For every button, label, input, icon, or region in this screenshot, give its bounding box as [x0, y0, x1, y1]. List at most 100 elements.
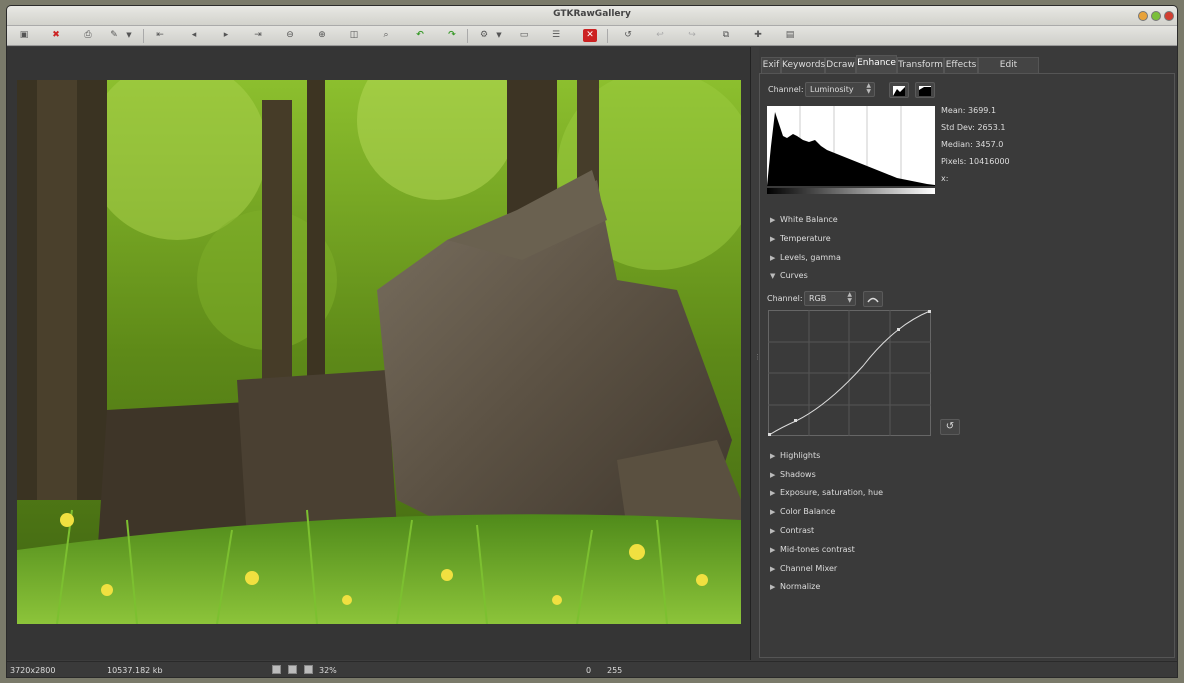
maximize-button[interactable]	[1151, 11, 1161, 21]
section-label: Contrast	[780, 526, 815, 535]
zoom-100-icon[interactable]: ⌕	[379, 29, 393, 42]
histogram-log-button[interactable]	[915, 82, 935, 98]
rotate-right-icon[interactable]: ↷	[445, 29, 459, 42]
histogram-linear-icon	[893, 86, 905, 96]
section-highlights[interactable]: ▶ Highlights	[770, 451, 820, 460]
expand-right-icon: ▶	[770, 216, 776, 224]
curves-channel-select[interactable]: RGB ▲ ▼	[804, 291, 856, 306]
section-contrast[interactable]: ▶ Contrast	[770, 526, 814, 535]
screen-icon[interactable]: ▭	[517, 29, 531, 42]
toolbar-separator	[607, 29, 608, 43]
view-single-button[interactable]	[272, 665, 281, 674]
section-shadows[interactable]: ▶ Shadows	[770, 470, 816, 479]
histogram-channel-label: Channel:	[768, 85, 804, 94]
expand-right-icon: ▶	[770, 471, 776, 479]
section-exposure[interactable]: ▶ Exposure, saturation, hue	[770, 488, 883, 497]
window-title: GTKRawGallery	[553, 9, 631, 19]
expand-right-icon: ▶	[770, 527, 776, 535]
first-icon[interactable]: ⇤	[153, 29, 167, 42]
section-channel-mixer[interactable]: ▶ Channel Mixer	[770, 564, 837, 573]
expand-right-icon: ▶	[770, 235, 776, 243]
image-dimensions: 3720x2800	[10, 666, 56, 675]
section-white-balance[interactable]: ▶ White Balance	[770, 215, 838, 224]
settings-icon[interactable]: ⚙	[477, 29, 491, 42]
print-icon[interactable]: ⎙	[81, 29, 95, 42]
histogram-graph	[767, 106, 935, 196]
histogram-linear-button[interactable]	[889, 82, 909, 98]
next-icon[interactable]: ▸	[219, 29, 233, 42]
status-bar: 3720x2800 10537.182 kb 32% 0 255	[7, 661, 1177, 677]
section-curves[interactable]: ▼ Curves	[770, 271, 808, 280]
view-full-button[interactable]	[304, 665, 313, 674]
stat-pixels: Pixels: 10416000	[941, 157, 1010, 166]
histogram-channel-select[interactable]: Luminosity ▲ ▼	[805, 82, 875, 97]
pane-divider[interactable]: ⋮	[752, 47, 761, 660]
histogram-log-icon	[919, 86, 931, 96]
expand-down-icon: ▼	[770, 272, 776, 280]
section-levels-gamma[interactable]: ▶ Levels, gamma	[770, 253, 841, 262]
curve-smooth-icon	[867, 297, 879, 303]
undo2-icon[interactable]: ↩	[653, 29, 667, 42]
tab-enhance[interactable]: Enhance	[856, 55, 897, 73]
undo-icon[interactable]: ↺	[621, 29, 635, 42]
section-label: White Balance	[780, 215, 838, 224]
stat-x: x:	[941, 174, 949, 183]
section-color-balance[interactable]: ▶ Color Balance	[770, 507, 835, 516]
section-label: Highlights	[780, 451, 821, 460]
spin-arrows-icon: ▲ ▼	[847, 291, 852, 304]
stat-mean: Mean: 3699.1	[941, 106, 997, 115]
tab-transform[interactable]: Transform	[897, 57, 944, 73]
photo-preview[interactable]	[17, 80, 741, 624]
settings-arrow-icon[interactable]: ▼	[492, 29, 506, 42]
curves-graph	[768, 310, 931, 436]
close-button[interactable]	[1164, 11, 1174, 21]
zoom-fit-icon[interactable]: ◫	[347, 29, 361, 42]
section-temperature[interactable]: ▶ Temperature	[770, 234, 831, 243]
curves-reset-button[interactable]: ↺	[940, 419, 960, 435]
zoom-level: 32%	[319, 666, 337, 675]
section-label: Exposure, saturation, hue	[780, 488, 884, 497]
view-split-button[interactable]	[288, 665, 297, 674]
tab-dcraw[interactable]: Dcraw	[825, 57, 856, 73]
section-label: Levels, gamma	[780, 253, 841, 262]
value-max: 255	[607, 666, 623, 675]
close-red-icon[interactable]: ✕	[583, 29, 597, 42]
section-label: Shadows	[780, 470, 816, 479]
toolbar-separator	[143, 29, 144, 43]
list-icon[interactable]: ☰	[549, 29, 563, 42]
last-icon[interactable]: ⇥	[251, 29, 265, 42]
zoom-in-icon[interactable]: ⊕	[315, 29, 329, 42]
expand-right-icon: ▶	[770, 565, 776, 573]
open-icon[interactable]: ▣	[17, 29, 31, 42]
minimize-button[interactable]	[1138, 11, 1148, 21]
tools-pane: Exif Keywords Dcraw Enhance Transform Ef…	[759, 47, 1177, 660]
prev-icon[interactable]: ◂	[187, 29, 201, 42]
section-label: Color Balance	[780, 507, 836, 516]
section-label: Mid-tones contrast	[780, 545, 855, 554]
section-normalize[interactable]: ▶ Normalize	[770, 582, 820, 591]
toolbar: ▣ ✖ ⎙ ✎ ▼ ⇤ ◂ ▸ ⇥ ⊖ ⊕ ◫ ⌕ ↶ ↷ ⚙ ▼ ▭ ☰ ✕ …	[7, 26, 1177, 46]
redo-icon[interactable]: ↪	[685, 29, 699, 42]
stat-std-dev: Std Dev: 2653.1	[941, 123, 1006, 132]
menu-arrow-icon[interactable]: ▼	[122, 29, 136, 42]
enhance-panel: Channel: Luminosity ▲ ▼ Mean: 3699.1 Std…	[759, 73, 1175, 658]
spin-arrows-icon: ▲ ▼	[866, 82, 871, 95]
title-bar: GTKRawGallery	[7, 6, 1177, 26]
tab-keywords[interactable]: Keywords	[781, 57, 825, 73]
compare-icon[interactable]: ⧉	[719, 29, 733, 42]
curves-smooth-button[interactable]	[863, 291, 883, 307]
reset-icon: ↺	[945, 421, 955, 432]
tab-exif[interactable]: Exif	[761, 57, 781, 73]
zoom-out-icon[interactable]: ⊖	[283, 29, 297, 42]
section-midtones-contrast[interactable]: ▶ Mid-tones contrast	[770, 545, 855, 554]
add-icon[interactable]: ✚	[751, 29, 765, 42]
export-icon[interactable]: ▤	[783, 29, 797, 42]
curves-editor[interactable]	[768, 310, 932, 438]
tab-edit-metadata[interactable]: Edit Metadata	[978, 57, 1039, 85]
delete-icon[interactable]: ✖	[49, 29, 63, 42]
curves-channel-value: RGB	[809, 294, 827, 303]
rotate-left-icon[interactable]: ↶	[413, 29, 427, 42]
curves-channel-label: Channel:	[767, 294, 803, 303]
tab-effects[interactable]: Effects	[944, 57, 978, 73]
edit-icon[interactable]: ✎	[107, 29, 121, 42]
